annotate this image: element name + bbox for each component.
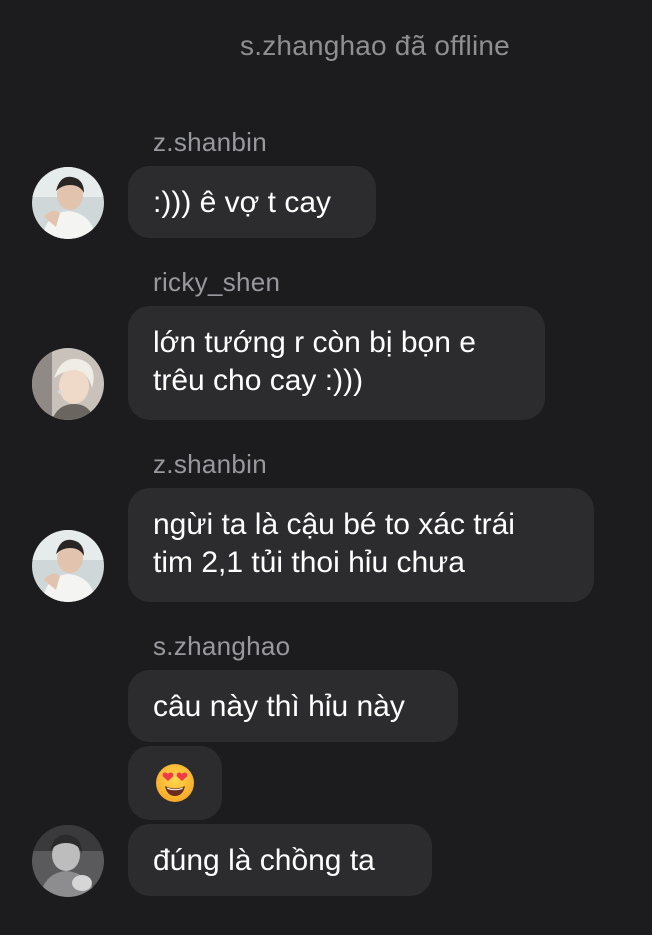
avatar-z-shanbin[interactable] [32,530,104,602]
message-text: :))) ê vợ t cay [153,186,332,219]
message-text: câu này thì hỉu này [153,690,405,723]
avatar-z-shanbin[interactable] [32,167,104,239]
smiling-face-with-heart-eyes-icon [155,763,195,803]
sender-name: ricky_shen [153,267,281,297]
message-bubble[interactable]: :))) ê vợ t cay [128,166,376,238]
message-bubble[interactable]: ngừi ta là cậu bé to xác trái tim 2,1 tủ… [128,488,594,602]
message-text-line-1: lớn tướng r còn bị bọn e [153,326,476,359]
message-text-line-2: tim 2,1 tủi thoi hỉu chưa [153,546,465,579]
offline-status: s.zhanghao đã offline [240,30,510,61]
message-bubble[interactable]: lớn tướng r còn bị bọn e trêu cho cay :)… [128,306,545,420]
emoji-message-bubble[interactable] [128,746,222,820]
message-text-line-1: ngừi ta là cậu bé to xác trái [153,508,515,541]
avatar-ricky-shen[interactable] [32,348,104,420]
message-bubble[interactable]: đúng là chồng ta [128,824,432,896]
message-text-line-2: trêu cho cay :))) [153,364,364,397]
message-text: đúng là chồng ta [153,844,375,877]
sender-name: s.zhanghao [153,631,291,661]
message-bubble[interactable]: câu này thì hỉu này [128,670,458,742]
avatar-s-zhanghao[interactable] [32,825,104,897]
sender-name: z.shanbin [153,449,267,479]
sender-name: z.shanbin [153,127,267,157]
